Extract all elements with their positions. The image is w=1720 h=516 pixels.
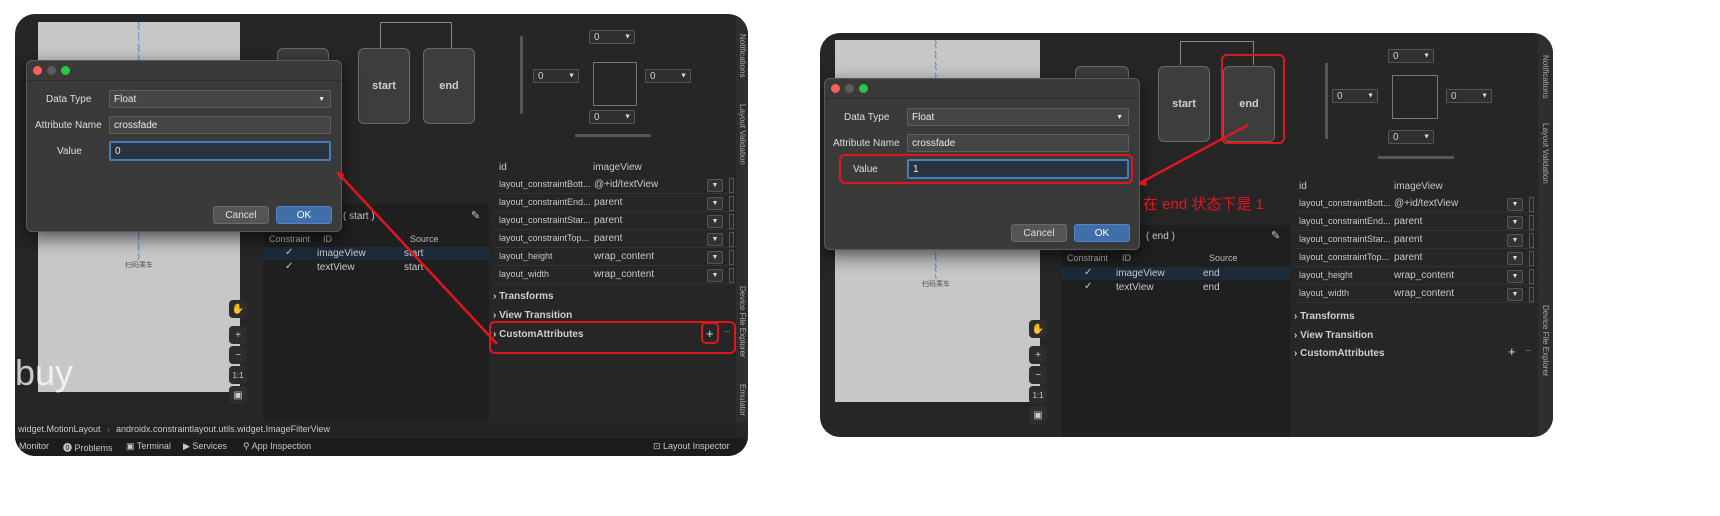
right-annotation-arrow: [1138, 123, 1249, 186]
right-annotation-text: 在 end 状态下是 1: [1143, 196, 1264, 213]
